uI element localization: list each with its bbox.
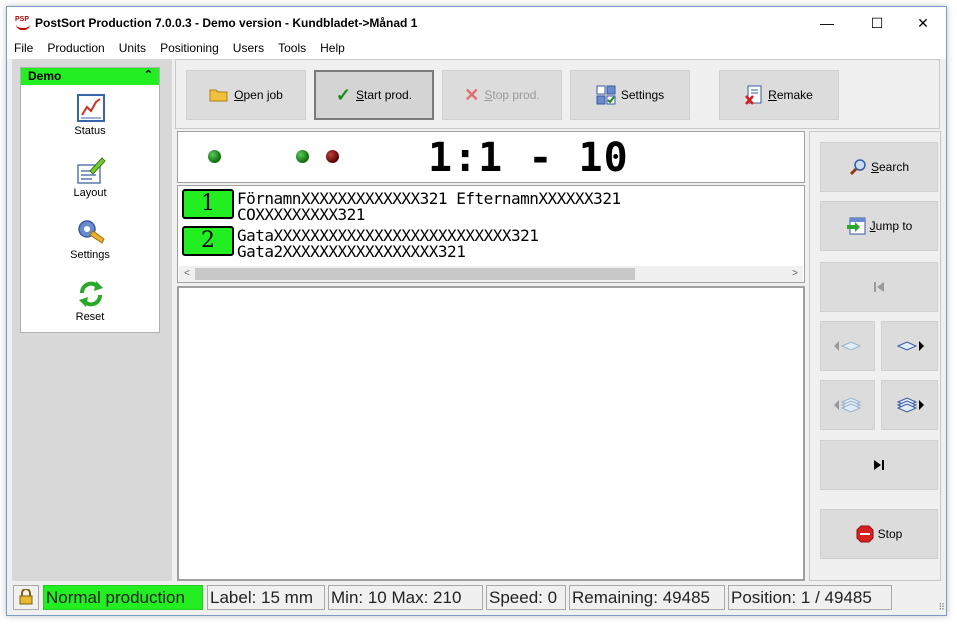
search-button[interactable]: Search xyxy=(820,142,938,192)
stop-button[interactable]: Stop xyxy=(820,509,938,559)
sidebar-item-label: Layout xyxy=(73,187,107,199)
preview-horizontal-scrollbar[interactable]: < > xyxy=(179,266,803,282)
sidebar-header-title: Demo xyxy=(28,69,62,83)
resize-grip-icon[interactable]: ⠿ xyxy=(938,602,945,613)
previous-label-button[interactable] xyxy=(820,321,875,371)
status-led-green-2 xyxy=(296,150,309,163)
minimize-button[interactable]: — xyxy=(804,7,850,39)
sidebar-item-label: Status xyxy=(74,125,106,137)
app-window: PSP PostSort Production 7.0.0.3 - Demo v… xyxy=(6,6,947,616)
search-icon xyxy=(849,159,866,176)
sidebar-item-label: Reset xyxy=(75,311,105,323)
preview-row-number: 2 xyxy=(182,226,234,256)
remake-button[interactable]: Remake xyxy=(719,70,839,120)
settings-button[interactable]: Settings xyxy=(570,70,690,120)
preview-row-number: 1 xyxy=(182,189,234,219)
skip-last-icon xyxy=(874,460,884,470)
next-label-icon xyxy=(896,341,924,351)
min-max-status: Min: 10 Max: 210 xyxy=(328,585,483,610)
preview-line: Gata2XXXXXXXXXXXXXXXXX321 xyxy=(237,242,466,261)
title-bar[interactable]: PSP PostSort Production 7.0.0.3 - Demo v… xyxy=(7,7,946,39)
toolbar: Open job ✓ Start prod. ✕ Stop prod. Sett… xyxy=(175,59,940,129)
open-job-button[interactable]: Open job xyxy=(186,70,306,120)
settings-icon xyxy=(78,220,105,244)
menu-users[interactable]: Users xyxy=(226,39,271,59)
next-bundle-icon xyxy=(896,397,924,413)
sidebar-header[interactable]: Demo ⌃ xyxy=(21,68,159,85)
collapse-chevron-icon[interactable]: ⌃ xyxy=(144,68,153,81)
settings-grid-icon xyxy=(596,85,616,105)
sidebar-item-label: Settings xyxy=(70,249,110,261)
label-preview: 1 FörnamnXXXXXXXXXXXXX321 EfternamnXXXXX… xyxy=(177,185,805,283)
sidebar: Demo ⌃ Status Layout Settings Reset xyxy=(12,59,172,581)
previous-bundle-button[interactable] xyxy=(820,380,875,430)
jump-icon xyxy=(846,217,866,235)
speed-status: Speed: 0 xyxy=(486,585,566,610)
chart-icon xyxy=(77,94,105,122)
menu-units[interactable]: Units xyxy=(112,39,153,59)
status-led-red xyxy=(326,150,339,163)
label-size-status: Label: 15 mm xyxy=(207,585,325,610)
window-title: PostSort Production 7.0.0.3 - Demo versi… xyxy=(35,16,418,30)
preview-line: COXXXXXXXXX321 xyxy=(237,205,365,224)
lock-button[interactable] xyxy=(13,585,39,610)
menu-production[interactable]: Production xyxy=(40,39,111,59)
next-label-button[interactable] xyxy=(881,321,938,371)
folder-icon xyxy=(209,89,228,102)
x-icon: ✕ xyxy=(464,84,480,105)
jump-to-button[interactable]: Jump to xyxy=(820,201,938,251)
settings-label: Settings xyxy=(620,88,665,102)
menu-bar: File Production Units Positioning Users … xyxy=(7,39,946,59)
remake-label: Remake xyxy=(768,88,813,102)
next-bundle-button[interactable] xyxy=(881,380,938,430)
last-record-button[interactable] xyxy=(820,440,938,490)
stop-sign-icon xyxy=(856,525,874,543)
skip-first-icon xyxy=(874,282,884,292)
sidebar-item-reset[interactable]: Reset xyxy=(21,271,159,333)
jump-to-label: Jump to xyxy=(869,219,913,233)
sidebar-item-settings[interactable]: Settings xyxy=(21,209,159,271)
previous-label-icon xyxy=(833,341,861,351)
layout-icon xyxy=(77,157,106,184)
maximize-button[interactable]: ☐ xyxy=(854,7,900,39)
sidebar-item-status[interactable]: Status xyxy=(21,85,159,147)
stop-prod-button[interactable]: ✕ Stop prod. xyxy=(442,70,562,120)
app-logo-icon: PSP xyxy=(15,16,31,32)
scroll-right-icon[interactable]: > xyxy=(787,266,803,282)
scrollbar-thumb[interactable] xyxy=(195,268,635,280)
navigation-panel: Search Jump to Stop xyxy=(809,131,941,581)
status-led-green-1 xyxy=(208,150,221,163)
status-bar: Normal production Label: 15 mm Min: 10 M… xyxy=(7,583,946,615)
menu-file[interactable]: File xyxy=(7,39,40,59)
search-label: Search xyxy=(870,160,910,174)
position-status: Position: 1 / 49485 xyxy=(728,585,892,610)
checkmark-icon: ✓ xyxy=(335,84,352,105)
stop-label: Stop xyxy=(877,527,903,541)
counter-panel: 1:1 - 10 xyxy=(177,131,805,183)
menu-positioning[interactable]: Positioning xyxy=(153,39,226,59)
start-prod-button[interactable]: ✓ Start prod. xyxy=(314,70,434,120)
close-button[interactable]: ✕ xyxy=(900,7,946,39)
lock-icon xyxy=(19,588,33,605)
reset-icon xyxy=(79,281,103,307)
first-record-button[interactable] xyxy=(820,262,938,312)
open-job-label: Open job xyxy=(234,88,283,102)
remake-document-icon xyxy=(745,85,762,105)
sidebar-panel-demo: Demo ⌃ Status Layout Settings Reset xyxy=(20,67,160,333)
menu-tools[interactable]: Tools xyxy=(271,39,313,59)
start-prod-label: Start prod. xyxy=(356,88,413,102)
menu-help[interactable]: Help xyxy=(313,39,352,59)
scroll-left-icon[interactable]: < xyxy=(179,266,195,282)
sidebar-item-layout[interactable]: Layout xyxy=(21,147,159,209)
main-content-area xyxy=(177,286,805,581)
stop-prod-label: Stop prod. xyxy=(484,88,540,102)
remaining-status: Remaining: 49485 xyxy=(569,585,725,610)
production-mode-status: Normal production xyxy=(43,585,203,610)
sequence-counter: 1:1 - 10 xyxy=(428,135,629,181)
previous-bundle-icon xyxy=(833,397,861,413)
